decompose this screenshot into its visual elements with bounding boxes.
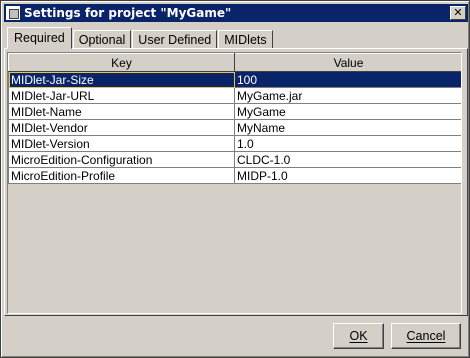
settings-dialog: Settings for project "MyGame" ✕ Required… [0, 0, 470, 358]
table-row[interactable]: MIDlet-Vendor MyName [8, 119, 461, 136]
window-title: Settings for project "MyGame" [24, 6, 232, 20]
key-cell[interactable]: MIDlet-Name [8, 103, 235, 120]
properties-table[interactable]: Key Value MIDlet-Jar-Size 100 MIDlet-Jar… [7, 52, 462, 314]
title-bar[interactable]: Settings for project "MyGame" ✕ [4, 4, 468, 22]
key-cell[interactable]: MicroEdition-Profile [8, 167, 235, 184]
table-row[interactable]: MIDlet-Name MyGame [8, 103, 461, 120]
tab-midlets[interactable]: MIDlets [218, 30, 273, 49]
table-header: Key Value [8, 53, 461, 72]
value-cell[interactable]: MyGame [234, 103, 461, 120]
column-header-key[interactable]: Key [8, 53, 235, 72]
app-icon [6, 6, 20, 20]
cancel-button-label: Cancel [406, 329, 446, 343]
key-cell[interactable]: MIDlet-Version [8, 135, 235, 152]
key-cell[interactable]: MicroEdition-Configuration [8, 151, 235, 168]
value-cell[interactable]: CLDC-1.0 [234, 151, 461, 168]
key-cell[interactable]: MIDlet-Vendor [8, 119, 235, 136]
key-cell[interactable]: MIDlet-Jar-URL [8, 87, 235, 104]
tab-optional[interactable]: Optional [72, 30, 132, 49]
ok-button[interactable]: OK [333, 323, 384, 349]
tab-strip: Required Optional User Defined MIDlets [7, 27, 274, 49]
table-row[interactable]: MIDlet-Jar-Size 100 [8, 71, 461, 88]
cancel-button[interactable]: Cancel [391, 323, 461, 349]
table-row[interactable]: MicroEdition-Configuration CLDC-1.0 [8, 151, 461, 168]
value-cell[interactable]: 1.0 [234, 135, 461, 152]
ok-button-label: OK [349, 329, 368, 343]
table-row[interactable]: MicroEdition-Profile MIDP-1.0 [8, 167, 461, 184]
column-header-value[interactable]: Value [234, 53, 461, 72]
key-cell[interactable]: MIDlet-Jar-Size [8, 71, 235, 88]
value-cell[interactable]: MyGame.jar [234, 87, 461, 104]
value-cell[interactable]: MIDP-1.0 [234, 167, 461, 184]
close-button[interactable]: ✕ [450, 6, 466, 20]
value-cell[interactable]: MyName [234, 119, 461, 136]
tab-user-defined[interactable]: User Defined [132, 30, 218, 49]
table-row[interactable]: MIDlet-Jar-URL MyGame.jar [8, 87, 461, 104]
table-row[interactable]: MIDlet-Version 1.0 [8, 135, 461, 152]
tab-required[interactable]: Required [7, 27, 72, 49]
value-cell[interactable]: 100 [234, 71, 461, 88]
